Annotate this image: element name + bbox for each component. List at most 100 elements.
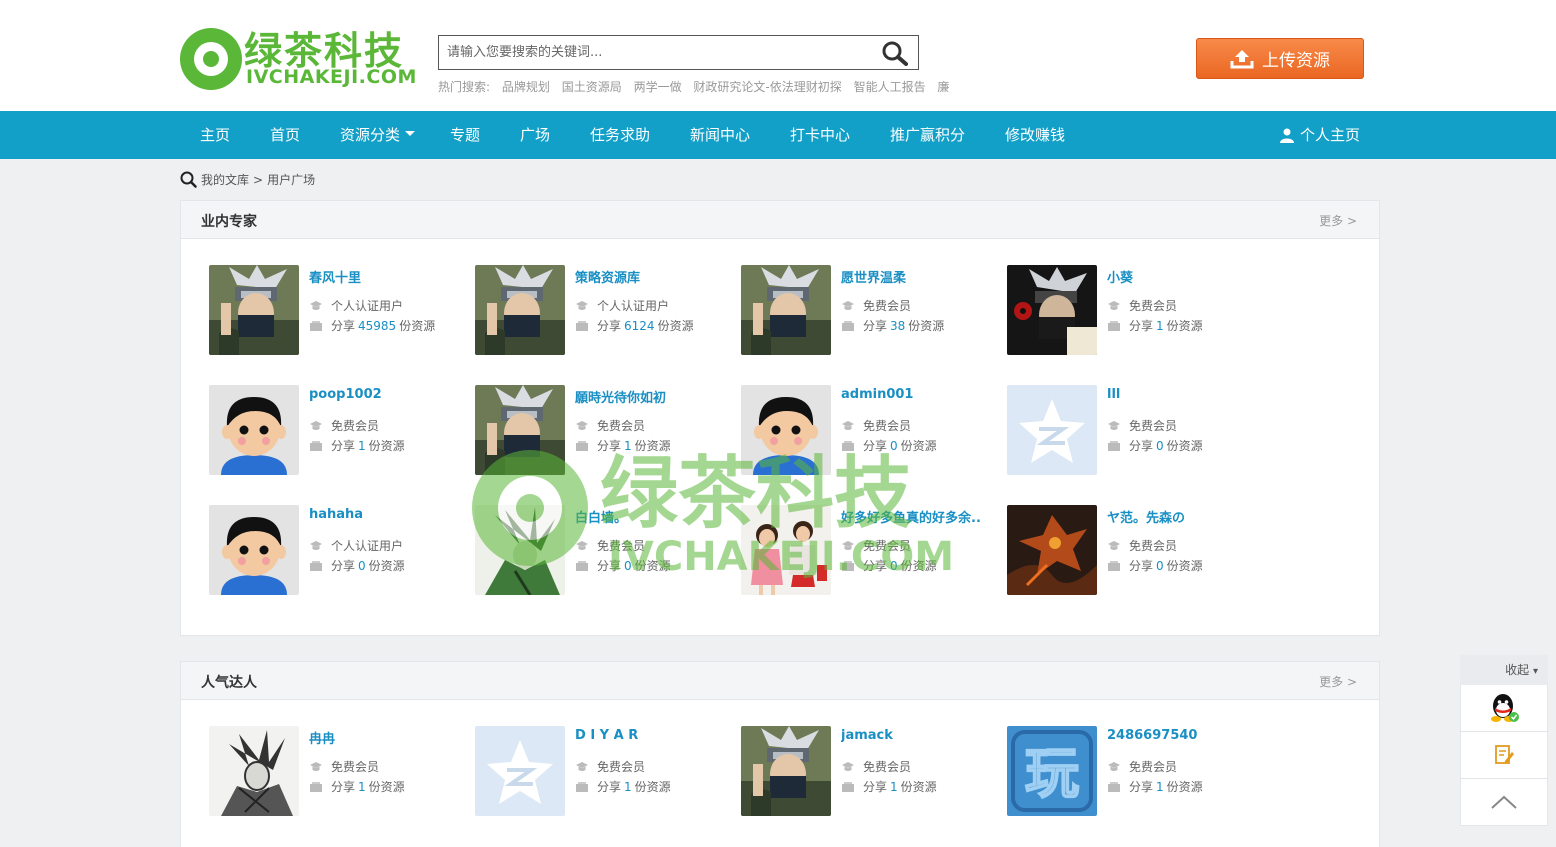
- user-card: admin001 免费会员 分享 0 份资源: [741, 385, 1001, 477]
- back-to-top-icon: [1491, 795, 1517, 809]
- user-name[interactable]: 春风十里: [309, 267, 361, 286]
- file-stack-icon: [310, 320, 322, 331]
- user-avatar[interactable]: [209, 726, 299, 816]
- popular-panel-header: 人气达人 更多 >: [181, 662, 1379, 700]
- user-name[interactable]: D I Y A R: [575, 728, 638, 743]
- hot-search-keyword[interactable]: 智能人工报告: [854, 80, 926, 94]
- nav-item-checkin[interactable]: 打卡中心: [790, 111, 850, 159]
- breadcrumb-root[interactable]: 我的文库: [201, 171, 249, 188]
- nav-item-news[interactable]: 新闻中心: [690, 111, 750, 159]
- graduation-cap-icon: [1108, 540, 1120, 550]
- user-avatar[interactable]: [741, 385, 831, 475]
- user-name[interactable]: hahaha: [309, 507, 363, 522]
- nav-item-index[interactable]: 首页: [270, 111, 300, 159]
- user-card: 白白墙。 免费会员 分享 0 份资源: [475, 505, 735, 597]
- hot-search-keyword[interactable]: 廉: [937, 80, 949, 94]
- experts-panel-title: 业内专家: [201, 214, 257, 230]
- hot-search-keyword[interactable]: 财政研究论文-依法理财初探: [693, 80, 841, 94]
- user-name[interactable]: 2486697540: [1107, 728, 1197, 743]
- user-name[interactable]: 好多好多鱼真的好多余...: [841, 507, 981, 526]
- graduation-cap-icon: [576, 300, 588, 310]
- user-role: 免费会员: [1129, 539, 1178, 553]
- user-share-line: 分享 1 份资源: [1107, 778, 1203, 795]
- user-share-line: 分享 0 份资源: [1107, 557, 1203, 574]
- side-collapse-button[interactable]: 收起 ▾: [1460, 655, 1548, 685]
- user-role: 免费会员: [1129, 419, 1178, 433]
- user-share-line: 分享 0 份资源: [841, 557, 937, 574]
- user-role-line: 免费会员: [575, 417, 645, 434]
- user-avatar[interactable]: [1007, 265, 1097, 355]
- user-avatar[interactable]: [209, 265, 299, 355]
- user-avatar[interactable]: [1007, 505, 1097, 595]
- side-qq-button[interactable]: [1460, 685, 1548, 732]
- nav-user-home[interactable]: 个人主页: [1280, 111, 1360, 159]
- user-avatar[interactable]: [741, 505, 831, 595]
- user-role-line: 免费会员: [1107, 417, 1177, 434]
- user-icon: [1280, 128, 1294, 143]
- user-role-line: 个人认证用户: [575, 297, 669, 314]
- user-name[interactable]: 策略资源库: [575, 267, 640, 286]
- nav-item-home[interactable]: 主页: [200, 111, 230, 159]
- share-suffix: 份资源: [900, 780, 937, 794]
- file-stack-icon: [576, 781, 588, 792]
- nav-item-tasks[interactable]: 任务求助: [590, 111, 650, 159]
- user-card: hahaha 个人认证用户 分享 0 份资源: [209, 505, 469, 597]
- user-card: poop1002 免费会员 分享 1 份资源: [209, 385, 469, 477]
- nav-item-square[interactable]: 广场: [520, 111, 550, 159]
- user-avatar[interactable]: [209, 505, 299, 595]
- user-card: jamack 免费会员 分享 1 份资源: [741, 726, 1001, 818]
- user-card: D I Y A R 免费会员 分享 1 份资源: [475, 726, 735, 818]
- side-back-to-top-button[interactable]: [1460, 779, 1548, 826]
- user-avatar[interactable]: [475, 385, 565, 475]
- nav-item-topics[interactable]: 专题: [450, 111, 480, 159]
- user-name[interactable]: poop1002: [309, 387, 382, 402]
- user-name[interactable]: 白白墙。: [575, 507, 627, 526]
- nav-item-categories[interactable]: 资源分类: [340, 111, 416, 159]
- user-card: 好多好多鱼真的好多余... 免费会员 分享 0 份资源: [741, 505, 1001, 597]
- user-name[interactable]: 願時光待你如初: [575, 387, 666, 406]
- hot-search-keyword[interactable]: 两学一做: [634, 80, 682, 94]
- user-avatar[interactable]: [475, 505, 565, 595]
- experts-more-link[interactable]: 更多 >: [1319, 212, 1357, 229]
- search-input[interactable]: [439, 36, 869, 69]
- graduation-cap-icon: [842, 540, 854, 550]
- graduation-cap-icon: [842, 761, 854, 771]
- user-card: 玩 2486697540 免费会员分享 1 份资源: [1007, 726, 1267, 818]
- side-feedback-button[interactable]: [1460, 732, 1548, 779]
- user-avatar[interactable]: [475, 726, 565, 816]
- nav-item-earn[interactable]: 修改赚钱: [1005, 111, 1065, 159]
- user-role: 免费会员: [597, 419, 646, 433]
- user-role: 免费会员: [1129, 760, 1178, 774]
- user-name[interactable]: 冉冉: [309, 728, 335, 747]
- upload-button[interactable]: 上传资源: [1196, 38, 1364, 79]
- user-name[interactable]: ヤ范。先森の: [1107, 507, 1185, 526]
- user-share-line: 分享 1 份资源: [309, 437, 405, 454]
- user-name[interactable]: admin001: [841, 387, 913, 402]
- hot-search-keyword[interactable]: 国土资源局: [562, 80, 622, 94]
- user-name[interactable]: jamack: [841, 728, 893, 743]
- user-avatar[interactable]: [475, 265, 565, 355]
- site-logo[interactable]: 绿茶科技 IVCHAKEJI.COM: [180, 24, 416, 90]
- file-stack-icon: [310, 440, 322, 451]
- graduation-cap-icon: [1108, 300, 1120, 310]
- share-prefix: 分享: [1129, 319, 1154, 333]
- share-count: 1: [624, 779, 632, 794]
- popular-more-link[interactable]: 更多 >: [1319, 673, 1357, 690]
- user-role-line: 免费会员: [841, 417, 911, 434]
- file-stack-icon: [1108, 560, 1120, 571]
- share-suffix: 份资源: [634, 780, 671, 794]
- user-role: 免费会员: [863, 419, 912, 433]
- user-avatar[interactable]: 玩: [1007, 726, 1097, 816]
- hot-search-keyword[interactable]: 品牌规划: [502, 80, 550, 94]
- user-name[interactable]: lll: [1107, 387, 1120, 402]
- user-name[interactable]: 愿世界温柔: [841, 267, 906, 286]
- search-button[interactable]: [872, 36, 918, 69]
- user-name[interactable]: 小葵: [1107, 267, 1133, 286]
- user-avatar[interactable]: [209, 385, 299, 475]
- user-avatar[interactable]: [1007, 385, 1097, 475]
- user-avatar[interactable]: [741, 265, 831, 355]
- graduation-cap-icon: [310, 300, 322, 310]
- user-card: ヤ范。先森の免费会员分享 0 份资源: [1007, 505, 1267, 597]
- user-avatar[interactable]: [741, 726, 831, 816]
- nav-item-promote[interactable]: 推广赢积分: [890, 111, 965, 159]
